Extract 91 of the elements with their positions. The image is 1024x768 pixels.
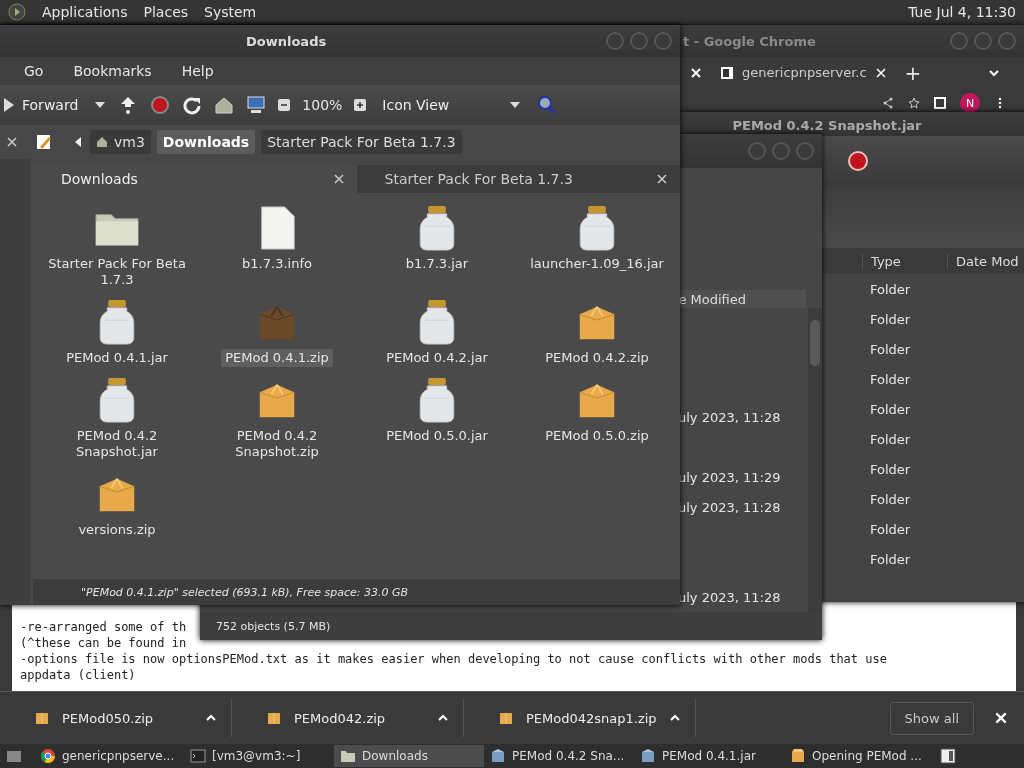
text-line: appdata (client) — [20, 667, 136, 683]
table-cell: Folder — [870, 311, 911, 327]
file-name[interactable]: launcher-1.09_16.jar — [526, 255, 668, 273]
table-cell: Folder — [870, 461, 911, 477]
edit-icon[interactable] — [34, 132, 54, 152]
view-dropdown[interactable]: Icon View — [378, 95, 526, 115]
terminal-icon — [190, 748, 206, 764]
page-icon — [720, 65, 734, 80]
column-header[interactable]: Date Mod — [947, 253, 1024, 269]
menu-item[interactable]: Go — [24, 63, 44, 79]
box-icon — [266, 710, 282, 726]
close-icon[interactable] — [656, 173, 668, 185]
window-title: t - Google Chrome — [683, 33, 816, 49]
browser-icon — [40, 748, 56, 764]
profile-avatar[interactable]: N — [960, 93, 980, 113]
archive-icon — [640, 748, 656, 764]
stop-icon[interactable] — [150, 95, 171, 115]
file-name[interactable]: PEMod 0.4.2.zip — [541, 349, 653, 367]
reload-icon[interactable] — [182, 95, 203, 115]
square-icon[interactable] — [934, 97, 946, 109]
file-name[interactable]: PEMod 0.4.2 Snapshot.zip — [198, 427, 356, 461]
box-icon — [34, 710, 50, 726]
forward-button[interactable]: Forward — [0, 95, 83, 115]
search-icon[interactable] — [537, 95, 558, 115]
table-cell: Folder — [870, 341, 911, 357]
download-item[interactable]: PEMod050.zip — [0, 699, 232, 737]
status-text: "PEMod 0.4.1.zip" selected (693.1 kB), Free space: 33.0 GB — [81, 585, 409, 599]
taskbar-item[interactable]: PEMod 0.4.2 Sna... — [484, 745, 634, 767]
computer-icon[interactable] — [246, 95, 267, 115]
close-icon[interactable] — [6, 136, 18, 148]
file-name[interactable]: Starter Pack For Beta 1.7.3 — [38, 255, 196, 289]
taskbar-item[interactable]: genericpnpserve... — [34, 745, 184, 767]
home-icon[interactable] — [214, 95, 235, 115]
table-cell: Folder — [870, 371, 911, 387]
show-desktop-icon[interactable] — [6, 748, 22, 764]
file-name[interactable]: PEMod 0.4.1.jar — [62, 349, 172, 367]
folder-icon — [340, 748, 356, 764]
box-icon — [790, 748, 806, 764]
zoom-out-icon[interactable] — [278, 99, 291, 111]
menu-item[interactable]: Bookmarks — [73, 63, 152, 79]
menu-item[interactable]: Help — [181, 63, 214, 79]
table-cell: Folder — [870, 551, 911, 567]
clock[interactable]: Tue Jul 4, 11:30 — [908, 4, 1016, 20]
table-cell: Folder — [870, 431, 911, 447]
window-title: Downloads — [246, 33, 327, 49]
new-tab-button[interactable]: + — [904, 60, 922, 85]
file-name[interactable]: b1.7.3.info — [238, 255, 316, 273]
file-name[interactable]: PEMod 0.5.0.jar — [382, 427, 492, 445]
file-name[interactable]: PEMod 0.4.1.zip — [221, 349, 333, 367]
archive-icon — [490, 748, 506, 764]
home-icon — [96, 136, 108, 148]
text-line: -re-arranged some of th — [20, 619, 187, 635]
table-cell: Folder — [870, 401, 911, 417]
forward-arrow-icon — [4, 98, 14, 112]
taskbar-item[interactable]: Downloads — [334, 745, 484, 767]
file-name[interactable]: PEMod 0.4.2.jar — [382, 349, 492, 367]
column-header[interactable]: Type — [862, 253, 947, 269]
window-title: PEMod 0.4.2 Snapshot.jar — [732, 117, 922, 133]
path-button[interactable]: Starter Pack For Beta 1.7.3 — [261, 130, 462, 154]
download-item[interactable]: PEMod042.zip — [232, 699, 464, 737]
stop-icon[interactable] — [848, 151, 868, 171]
table-cell: Folder — [870, 521, 911, 537]
table-cell: Folder — [870, 281, 911, 297]
pane-header[interactable]: Starter Pack For Beta 1.7.3 — [356, 165, 680, 193]
play-logo-icon[interactable] — [8, 3, 26, 21]
window-icon[interactable] — [940, 748, 956, 764]
box-icon — [498, 710, 514, 726]
show-all-button[interactable]: Show all — [889, 701, 974, 735]
share-icon[interactable] — [882, 97, 894, 109]
panel-menu[interactable]: System — [204, 4, 257, 20]
download-item[interactable]: PEMod042snap1.zip — [464, 699, 696, 737]
zoom-in-icon[interactable] — [354, 99, 367, 111]
panel-menu[interactable]: Places — [143, 4, 189, 20]
scrollbar[interactable] — [808, 308, 822, 612]
file-name[interactable]: b1.7.3.jar — [401, 255, 473, 273]
zoom-level: 100% — [302, 97, 343, 113]
close-icon[interactable] — [332, 173, 345, 185]
text-line: (^these can be found in — [20, 635, 187, 651]
file-name[interactable]: PEMod 0.4.2 Snapshot.jar — [38, 427, 196, 461]
taskbar-item[interactable]: Opening PEMod ... — [784, 745, 934, 767]
panel-menu[interactable]: Applications — [42, 4, 128, 20]
taskbar-item[interactable]: PEMod 0.4.1.jar — [634, 745, 784, 767]
file-name[interactable]: PEMod 0.5.0.zip — [541, 427, 653, 445]
taskbar-item[interactable]: [vm3@vm3:~] — [184, 745, 334, 767]
file-name[interactable]: versions.zip — [74, 521, 160, 539]
path-button[interactable]: vm3 — [90, 130, 151, 154]
path-button[interactable]: Downloads — [156, 130, 256, 154]
status-text: 752 objects (5.7 MB) — [216, 619, 331, 633]
table-cell: Folder — [870, 491, 911, 507]
star-icon[interactable] — [908, 97, 920, 109]
text-line: -options file is now optionsPEMod.txt as it makes easier when developing to not cause conflicts with other mods that use — [20, 651, 887, 667]
